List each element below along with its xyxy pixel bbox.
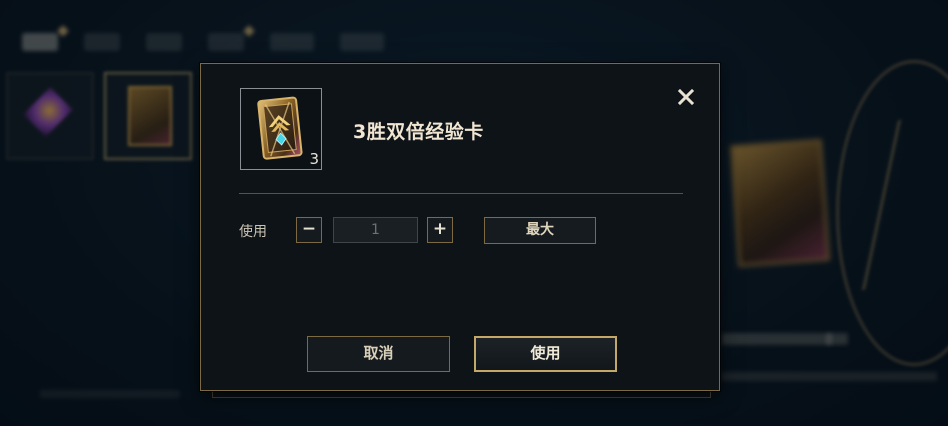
use-item-dialog: 3 3胜双倍经验卡 使用 − 1 + 最大 取消 使用 bbox=[200, 63, 720, 391]
item-title: 3胜双倍经验卡 bbox=[353, 121, 484, 143]
max-quantity-button[interactable]: 最大 bbox=[484, 217, 596, 244]
item-count: 3 bbox=[309, 150, 319, 168]
close-button[interactable] bbox=[673, 84, 699, 110]
close-icon bbox=[677, 88, 695, 106]
divider bbox=[239, 193, 683, 194]
game-client-screen: 3 3胜双倍经验卡 使用 − 1 + 最大 取消 使用 bbox=[0, 0, 948, 426]
quantity-input[interactable]: 1 bbox=[333, 217, 418, 243]
use-button[interactable]: 使用 bbox=[474, 336, 617, 372]
increase-quantity-button[interactable]: + bbox=[427, 217, 453, 243]
cancel-button[interactable]: 取消 bbox=[307, 336, 450, 372]
decrease-quantity-button[interactable]: − bbox=[296, 217, 322, 243]
quantity-label: 使用 bbox=[239, 224, 267, 240]
item-icon-frame: 3 bbox=[240, 88, 322, 170]
